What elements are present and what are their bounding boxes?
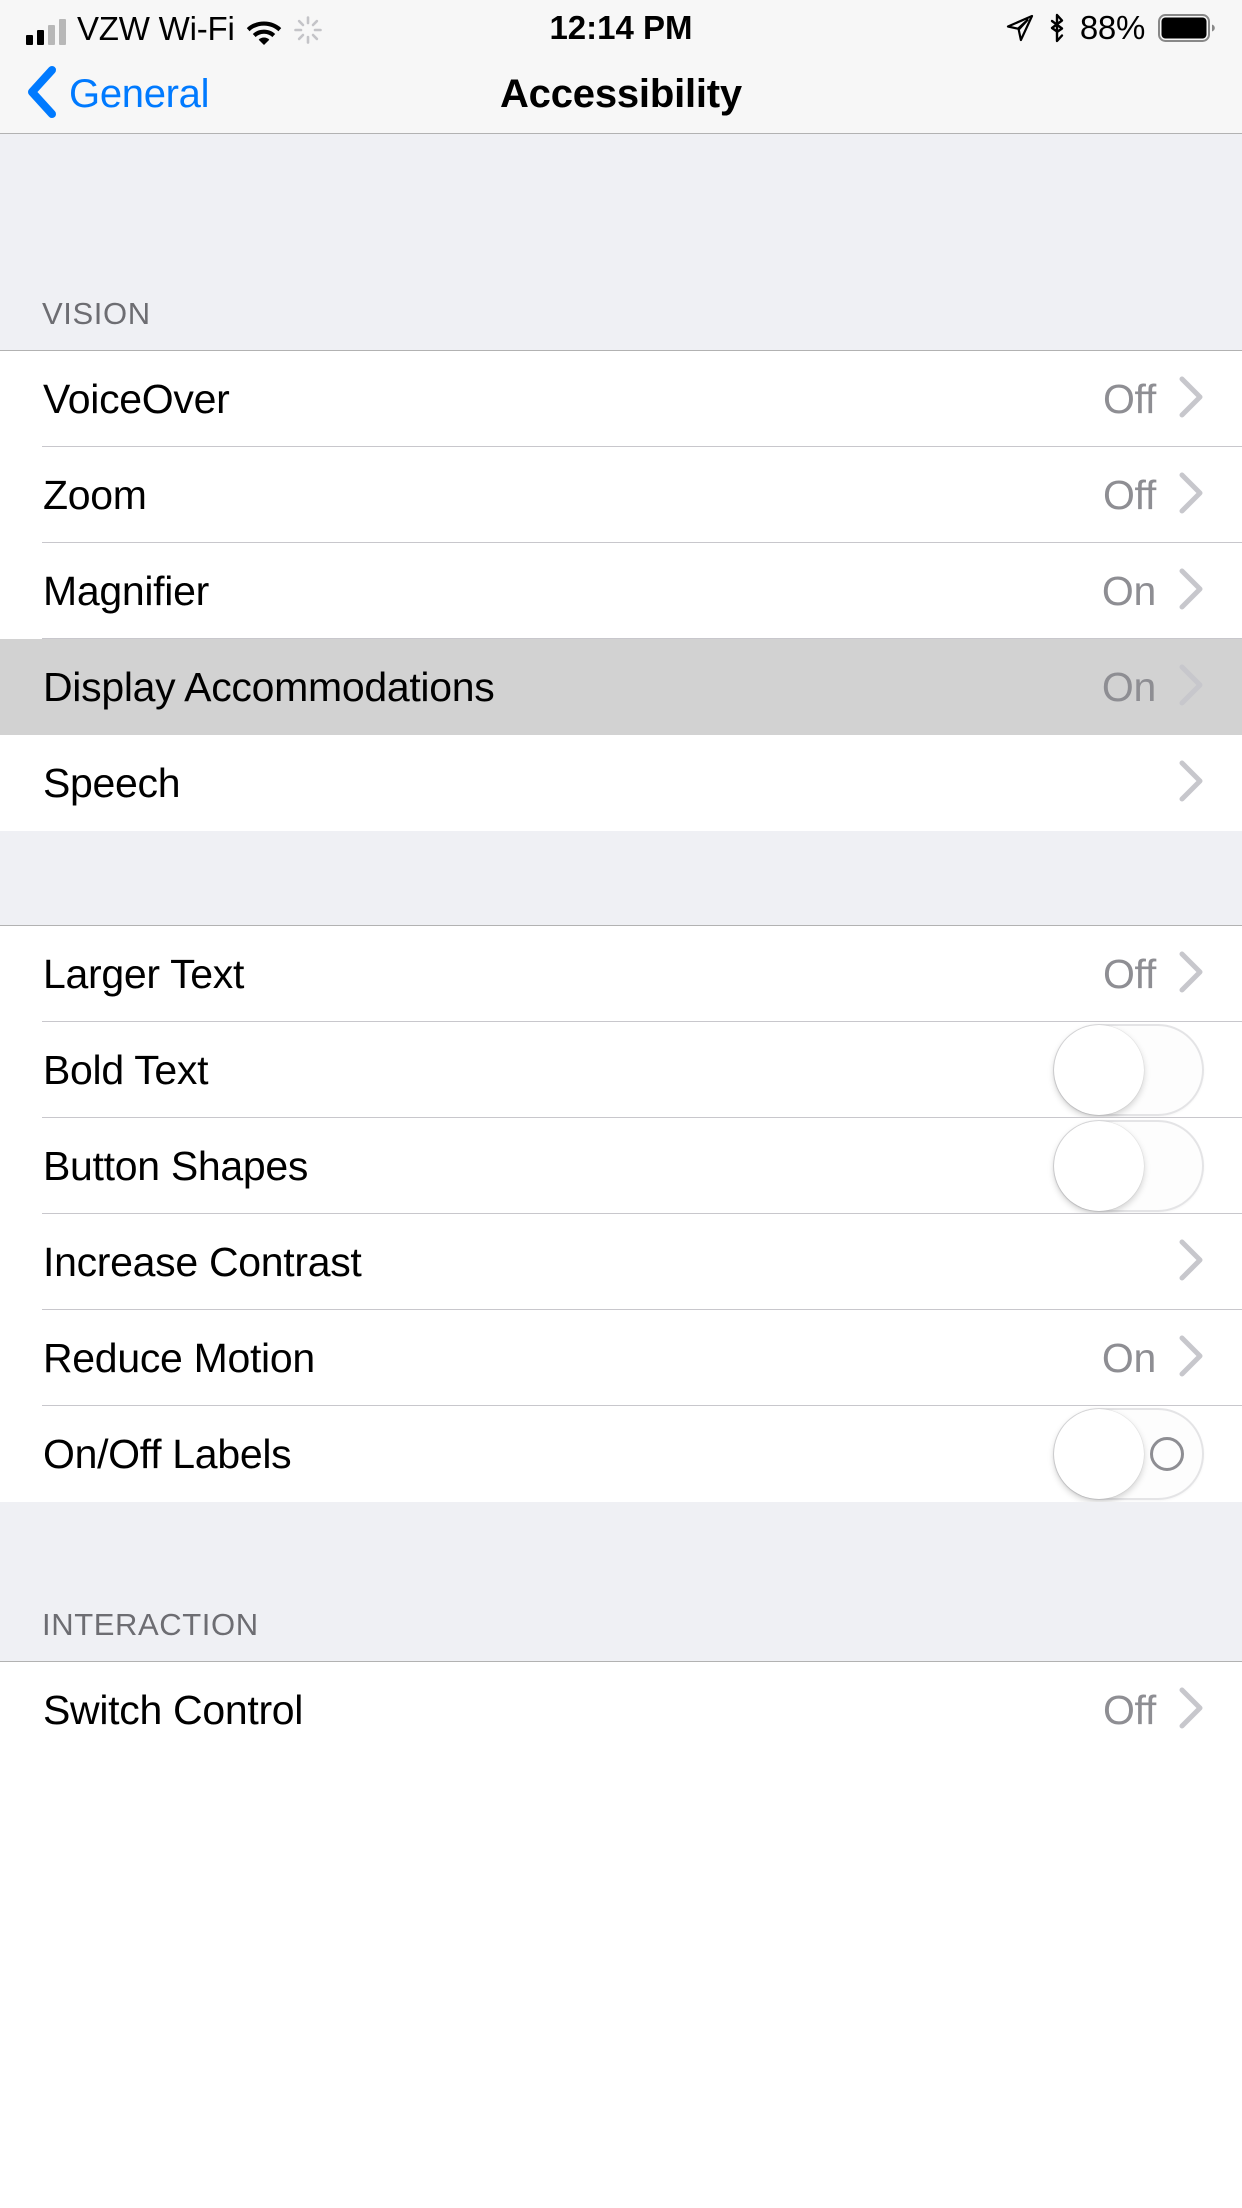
row-value: Off (1102, 375, 1156, 422)
row-label: Zoom (43, 471, 147, 518)
toggle-knob (1054, 1121, 1144, 1211)
row-label: Speech (43, 759, 181, 806)
settings-row[interactable]: Display Accommodations On (0, 639, 1242, 735)
row-value: On (1101, 1334, 1156, 1381)
settings-list: VISION VoiceOver Off Zoom Off Magnifier On Disp… (0, 134, 1242, 1758)
row-accessory: Off (1103, 375, 1204, 424)
status-bar-left: VZW Wi-Fi (26, 12, 621, 45)
battery-icon (1158, 14, 1216, 42)
row-label: Display Accommodations (43, 663, 495, 710)
row-label: Increase Contrast (43, 1238, 362, 1285)
row-accessory: On (1102, 567, 1204, 616)
back-button[interactable]: General (0, 64, 210, 125)
settings-row[interactable]: Larger Text Off (0, 926, 1242, 1022)
signal-bars-icon (26, 18, 66, 45)
settings-row[interactable]: On/Off Labels (0, 1406, 1242, 1502)
toggle-switch[interactable] (1053, 1120, 1204, 1212)
section-gap-2: INTERACTION (0, 1502, 1242, 1662)
battery-percent-label: 88% (1079, 9, 1145, 46)
row-accessory: On (1102, 663, 1204, 712)
row-label: Bold Text (43, 1046, 209, 1093)
back-button-label: General (69, 72, 210, 116)
chevron-right-icon (1178, 1686, 1204, 1735)
row-accessory (1053, 1024, 1204, 1116)
row-label: Magnifier (43, 567, 209, 614)
wifi-icon (246, 17, 282, 45)
chevron-right-icon (1178, 567, 1204, 616)
chevron-right-icon (1178, 663, 1204, 712)
settings-row[interactable]: VoiceOver Off (0, 351, 1242, 447)
bluetooth-icon (1047, 13, 1067, 43)
row-accessory (1178, 1238, 1204, 1287)
chevron-left-icon (24, 64, 58, 125)
section-gap-1 (0, 831, 1242, 926)
navigation-bar: General Accessibility (0, 56, 1242, 134)
status-bar: VZW Wi-Fi 12:14 PM 88% (0, 0, 1242, 56)
section-header: VISION (42, 296, 151, 331)
settings-row[interactable]: Increase Contrast (0, 1214, 1242, 1310)
settings-row[interactable]: Zoom Off (0, 447, 1242, 543)
status-bar-right: 88% (621, 9, 1216, 47)
toggle-knob (1054, 1025, 1144, 1115)
toggle-switch[interactable] (1053, 1024, 1204, 1116)
row-accessory: On (1102, 1334, 1204, 1383)
row-label: Button Shapes (43, 1142, 309, 1189)
chevron-right-icon (1178, 1238, 1204, 1287)
section-gap-0: VISION (0, 134, 1242, 351)
row-accessory (1178, 759, 1204, 808)
row-accessory: Off (1103, 471, 1204, 520)
settings-row[interactable]: Switch Control Off (0, 1662, 1242, 1758)
iphone-screen: VZW Wi-Fi 12:14 PM 88% General Accessibi… (0, 0, 1242, 2208)
row-label: On/Off Labels (43, 1430, 292, 1477)
chevron-right-icon (1178, 471, 1204, 520)
carrier-label: VZW Wi-Fi (77, 9, 235, 47)
row-accessory (1053, 1408, 1204, 1500)
row-value: Off (1102, 950, 1156, 997)
row-label: Reduce Motion (43, 1334, 315, 1381)
section-header: INTERACTION (42, 1607, 259, 1642)
row-value: Off (1102, 1686, 1156, 1733)
toggle-switch[interactable] (1053, 1408, 1204, 1500)
row-label: VoiceOver (43, 375, 230, 422)
activity-spinner-icon (293, 15, 323, 45)
row-value: On (1101, 663, 1156, 710)
row-value: Off (1102, 471, 1156, 518)
chevron-right-icon (1178, 1334, 1204, 1383)
row-accessory: Off (1103, 950, 1204, 999)
row-value: On (1101, 567, 1156, 614)
settings-row[interactable]: Reduce Motion On (0, 1310, 1242, 1406)
settings-row[interactable]: Magnifier On (0, 543, 1242, 639)
chevron-right-icon (1178, 950, 1204, 999)
settings-row[interactable]: Button Shapes (0, 1118, 1242, 1214)
row-accessory: Off (1103, 1686, 1204, 1735)
row-label: Larger Text (43, 950, 245, 997)
settings-row[interactable]: Bold Text (0, 1022, 1242, 1118)
chevron-right-icon (1178, 375, 1204, 424)
chevron-right-icon (1178, 759, 1204, 808)
toggle-off-label-icon (1150, 1437, 1184, 1471)
settings-row[interactable]: Speech (0, 735, 1242, 831)
row-accessory (1053, 1120, 1204, 1212)
location-arrow-icon (1006, 14, 1034, 42)
row-label: Switch Control (43, 1686, 304, 1733)
toggle-knob (1054, 1409, 1144, 1499)
